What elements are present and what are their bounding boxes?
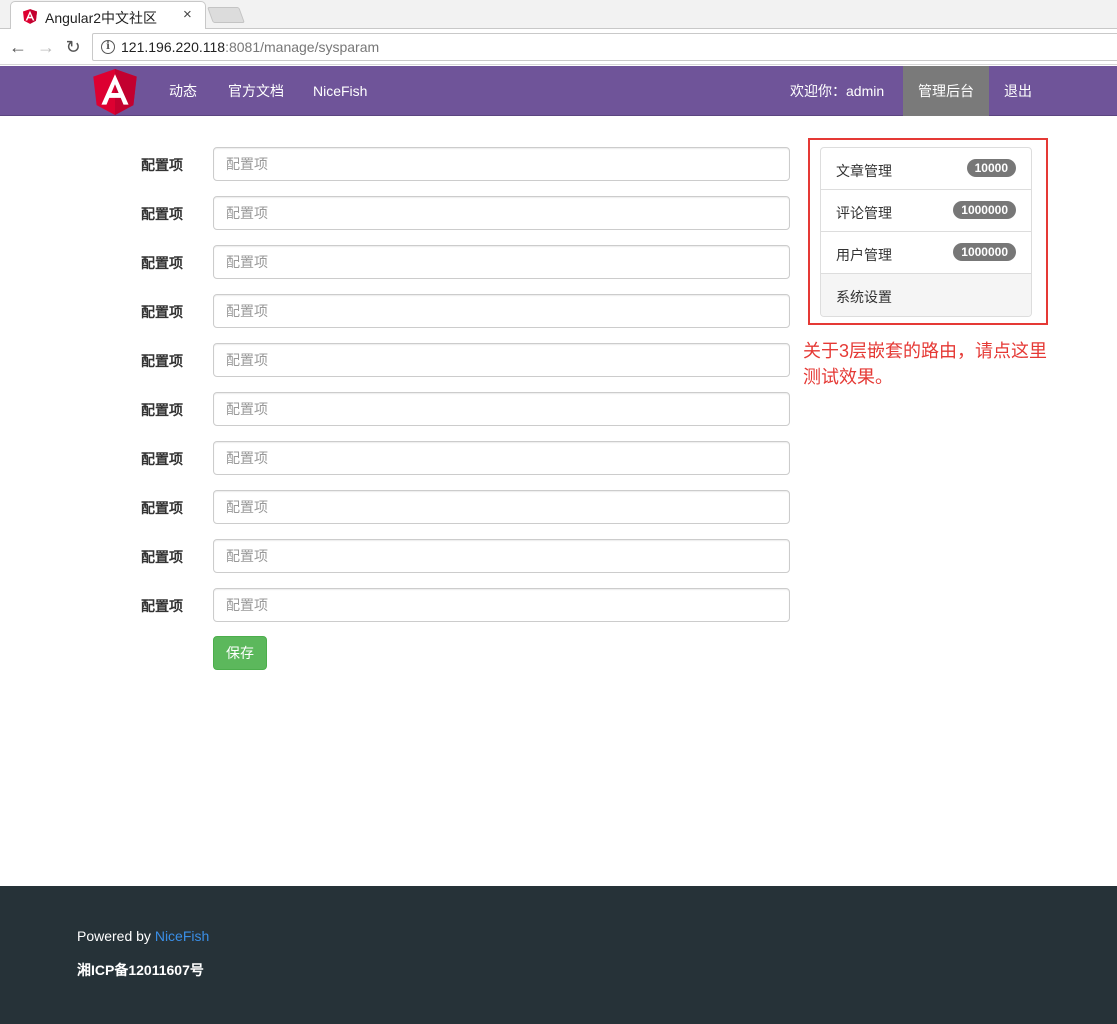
annotation-line-2: 测试效果。 — [803, 367, 893, 387]
browser-toolbar: ← → ↻ i 121.196.220.118:8081/manage/sysp… — [0, 29, 1117, 65]
config-input[interactable] — [213, 588, 790, 622]
nav-link-logout[interactable]: 退出 — [1004, 66, 1032, 116]
config-input[interactable] — [213, 343, 790, 377]
browser-tab[interactable]: Angular2中文社区 × — [10, 1, 206, 30]
form-label: 配置项 — [141, 500, 183, 516]
nav-link-docs[interactable]: 官方文档 — [228, 66, 284, 116]
form-label: 配置项 — [141, 549, 183, 565]
annotation-line-1: 关于3层嵌套的路由，请点这里 — [803, 341, 1048, 361]
browser-tabstrip: Angular2中文社区 × — [0, 0, 1117, 30]
nav-link-nicefish[interactable]: NiceFish — [313, 66, 367, 116]
annotation-text: 关于3层嵌套的路由，请点这里 测试效果。 — [803, 338, 1083, 390]
form-row: 配置项 — [0, 588, 800, 622]
config-input[interactable] — [213, 539, 790, 573]
back-icon[interactable]: ← — [8, 36, 28, 58]
form-label: 配置项 — [141, 451, 183, 467]
tab-close-icon[interactable]: × — [183, 6, 192, 23]
page-footer: Powered by NiceFish 湘ICP备12011607号 — [0, 886, 1117, 1024]
config-input[interactable] — [213, 490, 790, 524]
url-path: :8081/manage/sysparam — [225, 39, 380, 55]
form-label: 配置项 — [141, 255, 183, 271]
config-input[interactable] — [213, 441, 790, 475]
admin-side-menu: 文章管理 10000 评论管理 1000000 用户管理 1000000 系统设… — [820, 147, 1032, 317]
config-input[interactable] — [213, 294, 790, 328]
save-button[interactable]: 保存 — [213, 636, 267, 670]
config-input[interactable] — [213, 196, 790, 230]
config-input[interactable] — [213, 392, 790, 426]
app-navbar: 动态 官方文档 NiceFish 欢迎你：admin 管理后台 退出 — [0, 66, 1117, 116]
reload-icon[interactable]: ↻ — [63, 36, 83, 58]
form-row: 配置项 — [0, 245, 800, 279]
side-menu-item-settings[interactable]: 系统设置 — [821, 274, 1031, 316]
powered-prefix: Powered by — [77, 928, 155, 944]
count-badge: 10000 — [966, 159, 1016, 177]
angular-favicon-icon — [23, 9, 37, 24]
count-badge: 1000000 — [953, 243, 1016, 261]
form-label: 配置项 — [141, 206, 183, 222]
new-tab-button[interactable] — [207, 7, 245, 23]
address-bar[interactable]: i 121.196.220.118:8081/manage/sysparam — [92, 33, 1117, 61]
form-row: 配置项 — [0, 539, 800, 573]
form-row: 配置项 — [0, 294, 800, 328]
form-row: 配置项 — [0, 441, 800, 475]
form-row: 配置项 — [0, 147, 800, 181]
form-label: 配置项 — [141, 157, 183, 173]
nicefish-link[interactable]: NiceFish — [155, 928, 209, 944]
side-menu-label: 评论管理 — [836, 205, 892, 221]
config-input[interactable] — [213, 147, 790, 181]
icp-license: 湘ICP备12011607号 — [77, 962, 204, 978]
url-host: 121.196.220.118 — [121, 39, 226, 55]
side-menu-label: 系统设置 — [836, 289, 892, 305]
url-text[interactable]: 121.196.220.118:8081/manage/sysparam — [121, 39, 379, 55]
powered-by: Powered by NiceFish — [77, 928, 209, 944]
form-label: 配置项 — [141, 402, 183, 418]
welcome-text: 欢迎你：admin — [790, 83, 885, 99]
form-label: 配置项 — [141, 598, 183, 614]
side-menu-item-users[interactable]: 用户管理 1000000 — [821, 232, 1031, 274]
nav-link-admin[interactable]: 管理后台 — [903, 66, 989, 116]
side-menu-label: 用户管理 — [836, 247, 892, 263]
form-row: 配置项 — [0, 343, 800, 377]
config-input[interactable] — [213, 245, 790, 279]
forward-icon[interactable]: → — [36, 36, 56, 58]
form-row: 配置项 — [0, 196, 800, 230]
tab-title: Angular2中文社区 — [45, 10, 158, 26]
site-info-icon[interactable]: i — [101, 40, 115, 54]
form-label: 配置项 — [141, 304, 183, 320]
form-row: 配置项 — [0, 392, 800, 426]
nav-link-dynamics[interactable]: 动态 — [169, 66, 197, 116]
side-menu-label: 文章管理 — [836, 163, 892, 179]
form-label: 配置项 — [141, 353, 183, 369]
side-menu-item-comments[interactable]: 评论管理 1000000 — [821, 190, 1031, 232]
form-row: 配置项 — [0, 490, 800, 524]
count-badge: 1000000 — [953, 201, 1016, 219]
side-menu-item-articles[interactable]: 文章管理 10000 — [821, 148, 1031, 190]
angular-logo-icon[interactable] — [92, 69, 138, 115]
